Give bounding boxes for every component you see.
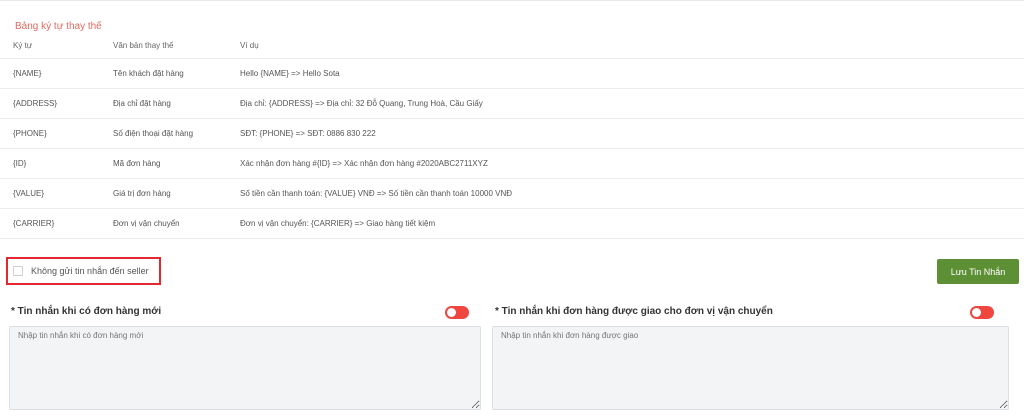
- toggle-knob: [447, 308, 456, 317]
- placeholder-cell: {ADDRESS}: [0, 88, 113, 119]
- shipped-order-message-toggle[interactable]: [970, 306, 994, 319]
- top-divider: [0, 0, 1024, 1]
- example-cell: Địa chỉ: {ADDRESS} => Địa chỉ: 32 Đỗ Qua…: [240, 88, 1024, 119]
- example-cell: Hello {NAME} => Hello Sota: [240, 58, 1024, 89]
- save-message-button[interactable]: Lưu Tin Nhắn: [937, 259, 1019, 284]
- placeholder-cell: {ID}: [0, 148, 113, 179]
- placeholder-cell: {PHONE}: [0, 118, 113, 149]
- placeholder-cell: {NAME}: [0, 58, 113, 89]
- shipped-order-message-input[interactable]: [492, 326, 1009, 410]
- replacement-cell: Số điện thoại đặt hàng: [113, 118, 240, 149]
- table-row: {VALUE} Giá trị đơn hàng Số tiền cần tha…: [0, 178, 1024, 209]
- replacement-cell: Mã đơn hàng: [113, 148, 240, 179]
- table-row: {PHONE} Số điện thoại đặt hàng SĐT: {PHO…: [0, 118, 1024, 149]
- table-row: {ID} Mã đơn hàng Xác nhận đơn hàng #{ID}…: [0, 148, 1024, 179]
- substitution-table-title: Bảng ký tự thay thế: [15, 21, 102, 32]
- table-row: {NAME} Tên khách đặt hàng Hello {NAME} =…: [0, 58, 1024, 89]
- new-order-message-label: * Tin nhắn khi có đơn hàng mới: [11, 306, 162, 317]
- column-header-replacement: Văn bản thay thế: [113, 32, 240, 59]
- no-seller-message-checkbox[interactable]: [13, 266, 23, 276]
- example-cell: Số tiền cần thanh toán: {VALUE} VNĐ => S…: [240, 178, 1024, 209]
- column-header-placeholder: Ký tự: [0, 32, 113, 59]
- table-header-row: Ký tự Văn bản thay thế Ví dụ: [0, 32, 1024, 59]
- no-seller-message-option[interactable]: Không gửi tin nhắn đến seller: [6, 257, 161, 285]
- placeholder-cell: {VALUE}: [0, 178, 113, 209]
- new-order-message-toggle[interactable]: [445, 306, 469, 319]
- example-cell: Đơn vị vận chuyển: {CARRIER} => Giao hàn…: [240, 208, 1024, 239]
- example-cell: Xác nhận đơn hàng #{ID} => Xác nhận đơn …: [240, 148, 1024, 179]
- table-row: {CARRIER} Đơn vị vận chuyển Đơn vị vận c…: [0, 208, 1024, 239]
- shipped-order-message-label: * Tin nhắn khi đơn hàng được giao cho đơ…: [495, 306, 773, 317]
- column-header-example: Ví dụ: [240, 32, 1024, 59]
- replacement-cell: Đơn vị vận chuyển: [113, 208, 240, 239]
- new-order-message-input[interactable]: [9, 326, 481, 410]
- example-cell: SĐT: {PHONE} => SĐT: 0886 830 222: [240, 118, 1024, 149]
- replacement-cell: Giá trị đơn hàng: [113, 178, 240, 209]
- table-row: {ADDRESS} Địa chỉ đặt hàng Địa chỉ: {ADD…: [0, 88, 1024, 119]
- no-seller-message-label[interactable]: Không gửi tin nhắn đến seller: [31, 266, 149, 276]
- toggle-knob: [972, 308, 981, 317]
- substitution-table: Ký tự Văn bản thay thế Ví dụ {NAME} Tên …: [0, 32, 1024, 239]
- replacement-cell: Tên khách đặt hàng: [113, 58, 240, 89]
- placeholder-cell: {CARRIER}: [0, 208, 113, 239]
- replacement-cell: Địa chỉ đặt hàng: [113, 88, 240, 119]
